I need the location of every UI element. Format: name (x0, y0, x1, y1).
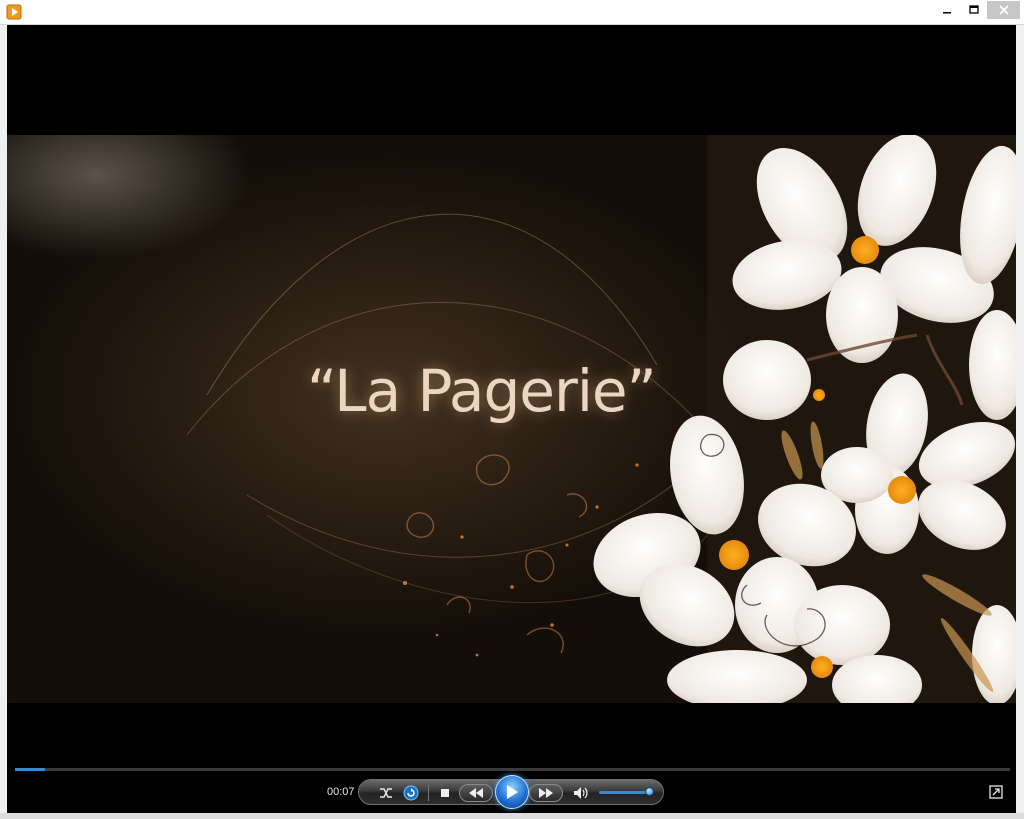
play-icon (507, 785, 518, 799)
volume-icon (574, 787, 588, 799)
next-button[interactable] (529, 784, 563, 802)
shuffle-button[interactable] (376, 783, 396, 803)
repeat-button[interactable] (401, 783, 421, 803)
title-bar (0, 0, 1024, 25)
maximize-button[interactable] (961, 0, 987, 20)
mute-button[interactable] (571, 783, 591, 803)
elapsed-time: 00:07 (327, 786, 355, 798)
player-controls-bar: 00:07 (7, 765, 1016, 813)
play-button[interactable] (495, 775, 529, 809)
stop-icon (441, 789, 449, 797)
transport-controls (358, 775, 664, 809)
volume-slider-thumb[interactable] (645, 787, 654, 796)
close-icon (998, 5, 1009, 15)
flower-cluster-image (593, 135, 1016, 703)
previous-icon (469, 788, 483, 798)
previous-button[interactable] (459, 784, 493, 802)
video-display[interactable]: “La Pagerie” (7, 25, 1016, 765)
switch-to-library-button[interactable] (989, 785, 1003, 799)
stop-button[interactable] (435, 783, 455, 803)
seek-bar-progress (15, 768, 45, 771)
shuffle-icon (380, 788, 392, 798)
next-icon (539, 788, 553, 798)
media-player-icon[interactable] (6, 4, 22, 20)
maximize-icon (969, 5, 979, 14)
switch-to-library-icon (989, 785, 1003, 799)
minimize-button[interactable] (935, 0, 961, 20)
volume-slider[interactable] (599, 791, 651, 794)
controls-divider (428, 785, 429, 801)
minimize-icon (943, 12, 951, 14)
window-bottom-edge (0, 813, 1024, 819)
close-button[interactable] (987, 1, 1020, 19)
repeat-icon (403, 785, 419, 801)
video-frame-image: “La Pagerie” (7, 135, 1016, 703)
seek-bar[interactable] (15, 768, 1010, 771)
